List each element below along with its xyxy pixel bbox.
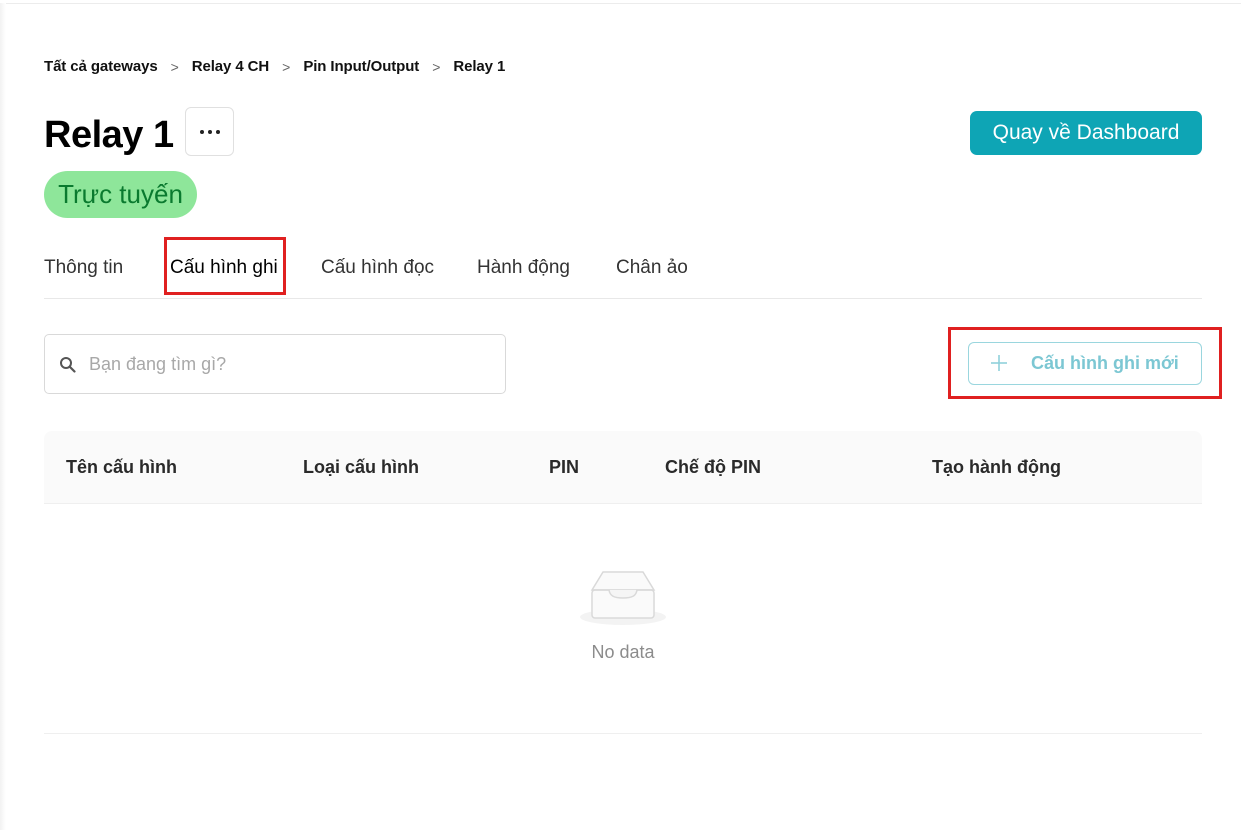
ellipsis-icon xyxy=(199,129,220,134)
page-title: Relay 1 xyxy=(44,114,174,156)
table-bottom-border xyxy=(44,733,1202,734)
top-border xyxy=(0,3,1241,4)
tab-highlight-box xyxy=(164,237,286,295)
search-box xyxy=(44,334,506,394)
breadcrumb-separator: > xyxy=(170,58,179,75)
breadcrumb: Tất cả gateways > Relay 4 CH > Pin Input… xyxy=(44,58,505,75)
column-header-pin: PIN xyxy=(549,457,580,477)
table-header: Tên cấu hình Loại cấu hình PIN Chế độ PI… xyxy=(44,431,1202,504)
empty-state-text: No data xyxy=(591,642,655,662)
search-input[interactable] xyxy=(89,335,489,393)
column-header-type: Loại cấu hình xyxy=(303,457,420,477)
status-badge: Trực tuyến xyxy=(44,171,197,218)
left-edge-shadow xyxy=(0,3,6,830)
column-header-pin-mode: Chế độ PIN xyxy=(665,457,762,477)
button-highlight-box xyxy=(948,327,1222,399)
breadcrumb-separator: > xyxy=(282,58,291,75)
back-to-dashboard-button[interactable]: Quay về Dashboard xyxy=(970,111,1202,155)
search-icon xyxy=(60,357,76,373)
column-header-create-action: Tạo hành động xyxy=(932,457,1061,477)
breadcrumb-item-relay-4ch[interactable]: Relay 4 CH xyxy=(192,58,269,75)
breadcrumb-item-pin-io[interactable]: Pin Input/Output xyxy=(303,58,419,75)
column-header-name: Tên cấu hình xyxy=(66,457,178,477)
breadcrumb-item-gateways[interactable]: Tất cả gateways xyxy=(44,58,158,75)
tab-read-config[interactable]: Cấu hình đọc xyxy=(321,257,434,279)
tab-virtual-pins[interactable]: Chân ảo xyxy=(616,257,688,279)
tab-actions[interactable]: Hành động xyxy=(477,257,570,279)
empty-inbox-icon xyxy=(580,571,666,625)
tab-info[interactable]: Thông tin xyxy=(44,257,123,279)
more-options-button[interactable] xyxy=(185,107,234,156)
breadcrumb-item-current: Relay 1 xyxy=(453,58,506,75)
breadcrumb-separator: > xyxy=(432,58,441,75)
